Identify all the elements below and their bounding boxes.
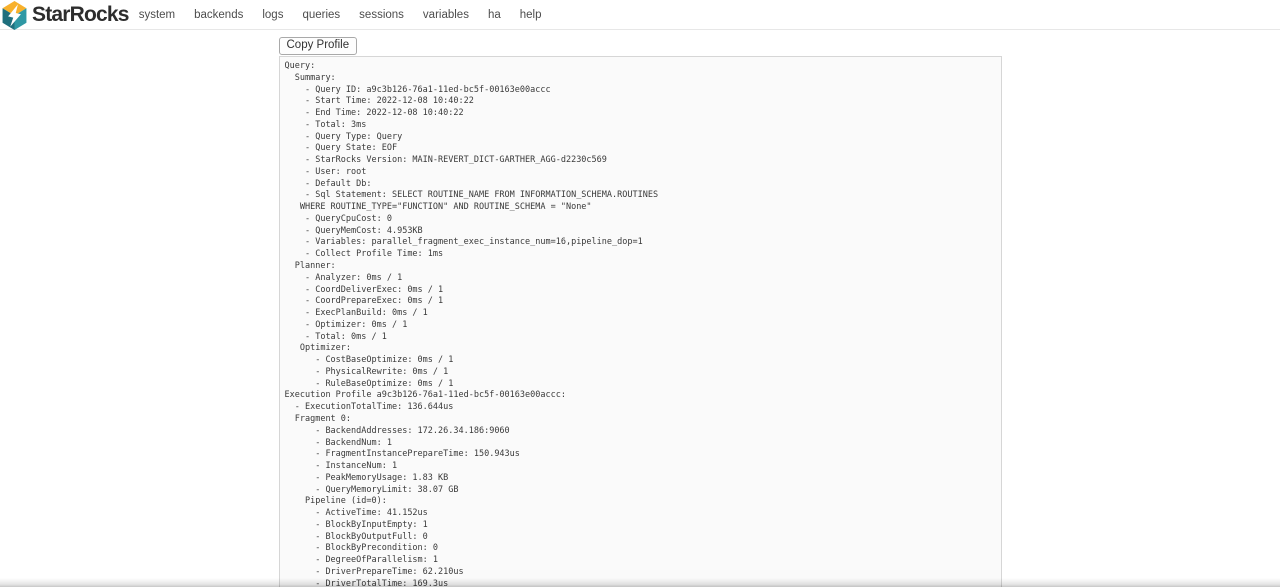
nav-item-logs[interactable]: logs (262, 9, 283, 21)
nav-item-variables[interactable]: variables (423, 9, 469, 21)
starrocks-logo-icon (0, 0, 29, 31)
nav-item-ha[interactable]: ha (488, 9, 501, 21)
top-nav-bar: StarRocks system backends logs queries s… (0, 0, 1280, 30)
nav-item-backends[interactable]: backends (194, 9, 243, 21)
nav-item-help[interactable]: help (520, 9, 542, 21)
query-profile-text: Query: Summary: - Query ID: a9c3b126-76a… (285, 61, 996, 587)
query-profile-page: Copy Profile Query: Summary: - Query ID:… (279, 35, 1002, 587)
starrocks-logo[interactable]: StarRocks (0, 0, 129, 30)
nav-item-sessions[interactable]: sessions (359, 9, 404, 21)
nav-item-system[interactable]: system (139, 9, 175, 21)
copy-profile-button[interactable]: Copy Profile (279, 37, 358, 55)
brand-wordmark: StarRocks (32, 0, 129, 30)
nav-item-queries[interactable]: queries (302, 9, 340, 21)
main-nav: system backends logs queries sessions va… (139, 9, 542, 21)
query-profile-panel[interactable]: Query: Summary: - Query ID: a9c3b126-76a… (279, 56, 1002, 587)
